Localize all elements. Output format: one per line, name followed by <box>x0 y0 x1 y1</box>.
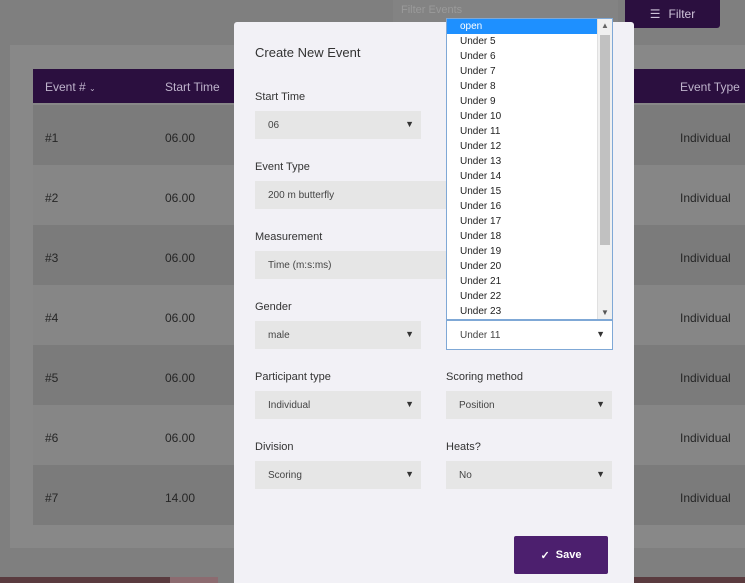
table-cell-num: #6 <box>45 431 59 445</box>
age-group-dropdown-list[interactable]: open Under 5 Under 6 Under 7 Under 8 Under 9U… <box>446 18 613 320</box>
dropdown-option[interactable]: Under 17 <box>447 214 612 229</box>
dropdown-scrollbar[interactable]: ▲ ▼ <box>597 19 612 319</box>
heats-select[interactable]: No ▼ <box>446 461 612 489</box>
table-cell-type: Individual <box>680 491 731 505</box>
participant-type-label: Participant type <box>255 371 331 383</box>
table-cell-time: 06.00 <box>165 371 196 385</box>
dropdown-option[interactable]: Under 11 <box>447 124 612 139</box>
checkmark-icon: ✓ <box>540 549 550 562</box>
table-cell-type: Individual <box>680 371 731 385</box>
footer-strip <box>0 577 170 583</box>
dropdown-option[interactable]: Under 7 <box>447 64 612 79</box>
filter-button-label: Filter <box>668 7 696 21</box>
start-time-label: Start Time <box>255 91 306 103</box>
division-select[interactable]: Scoring ▼ <box>255 461 421 489</box>
scoring-method-label: Scoring method <box>446 371 524 383</box>
gender-select[interactable]: male ▼ <box>255 321 421 349</box>
scoring-method-value: Position <box>459 400 495 411</box>
table-cell-time: 06.00 <box>165 131 196 145</box>
heats-label: Heats? <box>446 441 481 453</box>
chevron-down-icon: ▼ <box>405 119 414 129</box>
table-cell-num: #4 <box>45 311 59 325</box>
scroll-down-icon[interactable]: ▼ <box>598 308 612 317</box>
dropdown-option[interactable]: Under 13 <box>447 154 612 169</box>
header-event-num[interactable]: Event # ⌄ <box>45 80 96 94</box>
chevron-down-icon: ▼ <box>596 469 605 479</box>
dropdown-option[interactable]: Under 22 <box>447 289 612 304</box>
table-cell-type: Individual <box>680 251 731 265</box>
dropdown-option[interactable]: Under 19 <box>447 244 612 259</box>
gender-value: male <box>268 330 290 341</box>
division-label: Division <box>255 441 294 453</box>
header-event-type[interactable]: Event Type <box>680 80 740 94</box>
header-start-time[interactable]: Start Time <box>165 80 220 94</box>
dropdown-option[interactable]: open <box>447 19 612 34</box>
gender-label: Gender <box>255 301 292 313</box>
participant-type-select[interactable]: Individual ▼ <box>255 391 421 419</box>
dropdown-option[interactable]: Under 23 <box>447 304 612 319</box>
dropdown-option[interactable]: Under 16 <box>447 199 612 214</box>
table-cell-time: 06.00 <box>165 251 196 265</box>
measurement-label: Measurement <box>255 231 323 243</box>
dropdown-option[interactable]: Under 6 <box>447 49 612 64</box>
footer-strip <box>634 577 745 583</box>
measurement-select[interactable]: Time (m:s:ms) <box>255 251 455 279</box>
table-cell-type: Individual <box>680 191 731 205</box>
start-time-select[interactable]: 06 ▼ <box>255 111 421 139</box>
table-cell-time: 14.00 <box>165 491 196 505</box>
chevron-down-icon: ▼ <box>405 329 414 339</box>
table-cell-time: 06.00 <box>165 311 196 325</box>
age-group-select[interactable]: Under 11 ▼ <box>446 320 613 350</box>
table-cell-type: Individual <box>680 311 731 325</box>
dropdown-option[interactable]: Under 18 <box>447 229 612 244</box>
table-cell-time: 06.00 <box>165 191 196 205</box>
event-type-label: Event Type <box>255 161 310 173</box>
chevron-down-icon: ▼ <box>596 329 605 339</box>
event-type-select[interactable]: 200 m butterfly <box>255 181 455 209</box>
heats-value: No <box>459 470 472 481</box>
save-button[interactable]: ✓ Save <box>514 536 608 574</box>
save-button-label: Save <box>555 549 582 561</box>
table-cell-num: #1 <box>45 131 59 145</box>
table-cell-num: #7 <box>45 491 59 505</box>
table-cell-num: #3 <box>45 251 59 265</box>
division-value: Scoring <box>268 470 302 481</box>
event-type-value: 200 m butterfly <box>268 190 335 201</box>
table-cell-time: 06.00 <box>165 431 196 445</box>
filter-button[interactable]: ☰ Filter <box>625 0 720 28</box>
chevron-down-icon: ▼ <box>596 399 605 409</box>
dropdown-option[interactable]: Under 8 <box>447 79 612 94</box>
table-cell-type: Individual <box>680 431 731 445</box>
dropdown-option[interactable]: Under 9 <box>447 94 612 109</box>
table-cell-num: #5 <box>45 371 59 385</box>
chevron-down-icon: ▼ <box>405 399 414 409</box>
dropdown-option[interactable]: Under 12 <box>447 139 612 154</box>
dropdown-option[interactable]: Under 15 <box>447 184 612 199</box>
dropdown-option[interactable]: Under 20 <box>447 259 612 274</box>
age-group-value: Under 11 <box>460 330 501 341</box>
scoring-method-select[interactable]: Position ▼ <box>446 391 612 419</box>
dropdown-option[interactable]: Under 21 <box>447 274 612 289</box>
dropdown-option[interactable]: Under 5 <box>447 34 612 49</box>
dropdown-option[interactable]: Under 10 <box>447 109 612 124</box>
modal-title: Create New Event <box>255 45 361 60</box>
scroll-thumb[interactable] <box>600 35 610 245</box>
footer-strip <box>170 577 218 583</box>
dropdown-option[interactable]: Under 14 <box>447 169 612 184</box>
start-time-value: 06 <box>268 120 280 131</box>
filter-list-icon: ☰ <box>649 7 661 21</box>
participant-type-value: Individual <box>268 400 311 411</box>
measurement-value: Time (m:s:ms) <box>268 260 332 271</box>
table-cell-type: Individual <box>680 131 731 145</box>
chevron-down-icon: ▼ <box>405 469 414 479</box>
table-cell-num: #2 <box>45 191 59 205</box>
scroll-up-icon[interactable]: ▲ <box>598 21 612 30</box>
